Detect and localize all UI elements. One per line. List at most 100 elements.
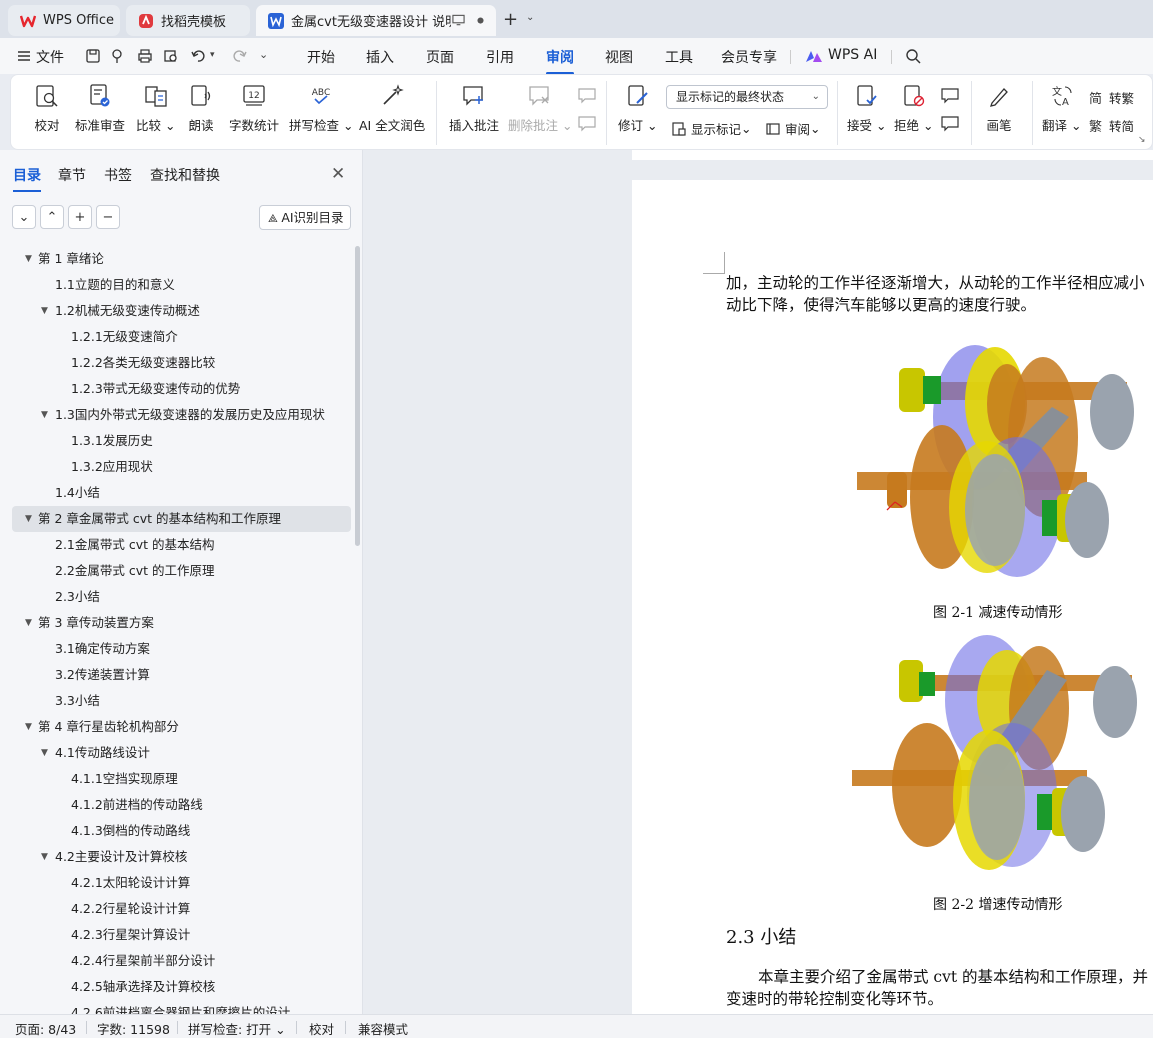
toc-item[interactable]: 4.2.3行星架计算设计 — [0, 922, 362, 948]
markup-state-select[interactable]: 显示标记的最终状态 ⌄ — [666, 85, 828, 109]
hamburger-menu-icon[interactable] — [16, 48, 32, 64]
tab-chapters[interactable]: 章节 — [58, 165, 86, 185]
reject-button[interactable]: 拒绝 ⌄ — [894, 83, 933, 134]
toc-item[interactable]: 2.1金属带式 cvt 的基本结构 — [0, 532, 362, 558]
toc-item[interactable]: ▼ 第 1 章绪论 — [0, 246, 362, 272]
toc-item[interactable]: ▼ 4.2主要设计及计算校核 — [0, 844, 362, 870]
expand-arrow-icon[interactable]: ▼ — [25, 246, 32, 272]
toc-item[interactable]: 1.1立题的目的和意义 — [0, 272, 362, 298]
toc-item[interactable]: ▼ 4.1传动路线设计 — [0, 740, 362, 766]
unsaved-dot-icon[interactable] — [477, 17, 484, 24]
previous-comment-icon[interactable] — [577, 87, 597, 105]
accept-button[interactable]: 接受 ⌄ — [847, 83, 886, 134]
menu-references[interactable]: 引用 — [486, 47, 514, 67]
figure-cvt-reduction[interactable] — [847, 332, 1147, 582]
toc-item[interactable]: 4.1.1空挡实现原理 — [0, 766, 362, 792]
proofread-button[interactable]: 校对 — [34, 83, 60, 134]
body-text-line[interactable]: 本章主要介绍了金属带式 cvt 的基本结构和工作原理，并 — [726, 966, 1148, 989]
toc-item[interactable]: 3.2传递装置计算 — [0, 662, 362, 688]
toc-item[interactable]: 4.2.5轴承选择及计算校核 — [0, 974, 362, 1000]
chevron-down-icon[interactable]: ⌄ — [526, 12, 534, 23]
ai-polish-button[interactable]: AI 全文润色 — [359, 83, 425, 134]
body-text-line[interactable]: 加，主动轮的工作半径逐渐增大，从动轮的工作半径相应减小 — [726, 272, 1145, 295]
toc-item[interactable]: 1.2.2各类无级变速器比较 — [0, 350, 362, 376]
new-tab-plus-icon[interactable]: + — [503, 9, 518, 30]
expand-arrow-icon[interactable]: ▼ — [25, 506, 32, 532]
menu-member[interactable]: 会员专享 — [721, 47, 777, 67]
expand-arrow-icon[interactable]: ▼ — [25, 714, 32, 740]
tab-toc[interactable]: 目录 — [13, 165, 41, 192]
toc-item[interactable]: ▼ 第 2 章金属带式 cvt 的基本结构和工作原理 — [12, 506, 351, 532]
ai-toc-button[interactable]: ⟁ AI识别目录 — [259, 205, 351, 230]
page-indicator[interactable]: 页面: 8/43 — [15, 1019, 76, 1038]
toc-item[interactable]: ▼ 第 3 章传动装置方案 — [0, 610, 362, 636]
menu-wps-ai[interactable]: WPS AI — [828, 47, 877, 63]
insert-comment-button[interactable]: 插入批注 — [449, 83, 499, 134]
tab-wps-office[interactable]: WPS Office — [8, 5, 120, 36]
next-change-icon[interactable] — [940, 115, 960, 133]
word-count-button[interactable]: 12 字数统计 — [229, 83, 279, 134]
menu-page[interactable]: 页面 — [426, 47, 454, 67]
expand-arrow-icon[interactable]: ▼ — [41, 298, 48, 324]
toc-item[interactable]: 3.1确定传动方案 — [0, 636, 362, 662]
to-simplified-button[interactable]: 繁 转简 — [1089, 116, 1134, 135]
toc-item[interactable]: ▼ 1.2机械无级变速传动概述 — [0, 298, 362, 324]
word-count-indicator[interactable]: 字数: 11598 — [97, 1019, 170, 1038]
pen-button[interactable]: 画笔 — [986, 83, 1012, 134]
body-text-line[interactable]: 动比下降，使得汽车能够以更高的速度行驶。 — [726, 294, 1036, 317]
document-page[interactable]: 加，主动轮的工作半径逐渐增大，从动轮的工作半径相应减小 动比下降，使得汽车能够以… — [632, 180, 1153, 1014]
next-comment-icon[interactable] — [577, 115, 597, 133]
standard-review-button[interactable]: 标准审查 — [75, 83, 125, 134]
tab-find-replace[interactable]: 查找和替换 — [150, 165, 220, 185]
collapse-all-button[interactable]: ⌄ — [12, 205, 36, 229]
menu-tools[interactable]: 工具 — [665, 47, 693, 67]
tab-active-document[interactable]: 金属cvt无级变速器设计 说明书 — [256, 5, 496, 36]
figure-cvt-overdrive[interactable] — [847, 630, 1147, 870]
track-changes-button[interactable]: 修订 ⌄ — [618, 83, 657, 134]
translate-button[interactable]: 文A 翻译 ⌄ — [1042, 83, 1081, 134]
toc-item[interactable]: 2.2金属带式 cvt 的工作原理 — [0, 558, 362, 584]
close-icon[interactable]: ✕ — [331, 164, 345, 184]
toc-item[interactable]: 4.1.2前进档的传动路线 — [0, 792, 362, 818]
previous-change-icon[interactable] — [940, 87, 960, 105]
body-text-line[interactable]: 变速时的带轮控制变化等环节。 — [726, 988, 943, 1011]
remove-heading-button[interactable]: − — [96, 205, 120, 229]
expand-arrow-icon[interactable]: ▼ — [41, 844, 48, 870]
undo-icon[interactable] — [190, 47, 208, 65]
menu-view[interactable]: 视图 — [605, 47, 633, 67]
menu-file[interactable]: 文件 — [36, 47, 64, 67]
expand-arrow-icon[interactable]: ▼ — [41, 740, 48, 766]
toc-item[interactable]: ▼ 第 4 章行星齿轮机构部分 — [0, 714, 362, 740]
menu-home[interactable]: 开始 — [307, 47, 335, 67]
search-icon[interactable] — [904, 47, 922, 65]
toc-item[interactable]: 2.3小结 — [0, 584, 362, 610]
print-preview-icon[interactable] — [162, 47, 180, 65]
print-icon[interactable] — [136, 47, 154, 65]
expand-arrow-icon[interactable]: ▼ — [25, 610, 32, 636]
menu-insert[interactable]: 插入 — [366, 47, 394, 67]
ribbon-expand-icon[interactable]: ↘ — [1138, 135, 1146, 145]
toc-item[interactable]: 1.3.1发展历史 — [0, 428, 362, 454]
section-heading[interactable]: 2.3 小结 — [726, 923, 796, 949]
toc-item[interactable]: 1.3.2应用现状 — [0, 454, 362, 480]
undo-dropdown-icon[interactable]: ▾ — [210, 50, 215, 60]
to-traditional-button[interactable]: 简 转繁 — [1089, 88, 1134, 107]
review-pane-button[interactable]: 审阅 ⌄ — [765, 119, 821, 138]
menu-review[interactable]: 审阅 — [546, 47, 574, 75]
spell-check-button[interactable]: ABC 拼写检查 ⌄ — [289, 83, 353, 134]
tab-bookmarks[interactable]: 书签 — [104, 165, 132, 185]
export-pdf-icon[interactable] — [108, 47, 126, 65]
save-icon[interactable] — [84, 47, 102, 65]
compare-button[interactable]: 比较 ⌄ — [136, 83, 175, 134]
proofread-status[interactable]: 校对 — [309, 1019, 334, 1038]
toc-item[interactable]: 1.4小结 — [0, 480, 362, 506]
expand-up-button[interactable]: ⌃ — [40, 205, 64, 229]
show-markup-button[interactable]: 显示标记 ⌄ — [671, 119, 752, 138]
toc-item[interactable]: ▼ 1.3国内外带式无级变速器的发展历史及应用现状 — [0, 402, 362, 428]
toc-item[interactable]: 4.2.2行星轮设计计算 — [0, 896, 362, 922]
delete-comment-button[interactable]: 删除批注 ⌄ — [508, 83, 572, 134]
tab-docer-templates[interactable]: 找稻壳模板 — [126, 5, 250, 36]
toc-item[interactable]: 4.1.3倒档的传动路线 — [0, 818, 362, 844]
spell-check-status[interactable]: 拼写检查: 打开 ⌄ — [188, 1019, 286, 1038]
toc-item[interactable]: 4.2.6前进档离合器钢片和摩擦片的设计 — [0, 1000, 362, 1014]
